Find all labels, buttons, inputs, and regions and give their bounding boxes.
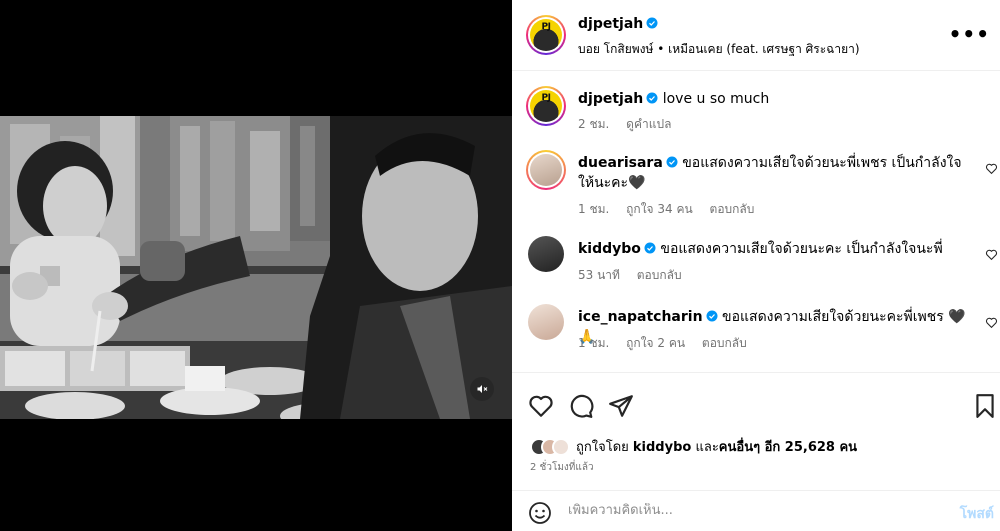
caption-text: love u so much [662, 91, 770, 107]
comment-meta: 53 นาที ตอบกลับ [578, 266, 695, 285]
commenter-avatar[interactable] [528, 236, 564, 272]
comment-row: duearisara ขอแสดงความเสียใจด้วยนะพี่เพชร… [512, 150, 1000, 220]
likes-others[interactable]: คนอื่นๆ อีก 25,628 คน [719, 440, 857, 455]
post-comment-button[interactable]: โพสต์ [960, 503, 994, 525]
comment-time: 1 ชม. [578, 336, 610, 350]
audio-track-link[interactable]: บอย โกสิยพงษ์ • เหมือนเคย (feat. เศรษฐา … [578, 40, 860, 59]
comment-body: kiddybo ขอแสดงความเสียใจด้วยนะคะ เป็นกำล… [578, 239, 968, 259]
smiley-icon[interactable] [528, 501, 552, 525]
post-media [0, 0, 512, 531]
liker-avatar [552, 437, 570, 456]
verified-badge-icon [666, 156, 678, 168]
reply-button[interactable]: ตอบกลับ [710, 202, 755, 216]
post-action-bar [512, 372, 1000, 434]
comment-like-heart-icon[interactable] [985, 248, 998, 261]
post-side-panel: PJ djpetjah บอย โกสิยพงษ์ • เหมือนเคย (f… [512, 0, 1000, 531]
speech-bubble-icon[interactable] [568, 393, 594, 419]
post-header: PJ djpetjah บอย โกสิยพงษ์ • เหมือนเคย (f… [512, 0, 1000, 71]
verified-badge-icon [706, 310, 718, 322]
commenter-username[interactable]: ice_napatcharin [578, 309, 703, 325]
caption-avatar[interactable]: PJ [526, 86, 566, 126]
comment-time: 1 ชม. [578, 202, 610, 216]
comment-meta: 1 ชม. ถูกใจ 34 คน ตอบกลับ [578, 200, 767, 219]
caption-username[interactable]: djpetjah [578, 91, 643, 107]
reply-button[interactable]: ตอบกลับ [637, 268, 682, 282]
author-avatar[interactable]: PJ [526, 15, 566, 55]
commenter-username[interactable]: duearisara [578, 155, 663, 171]
comment-input[interactable] [568, 503, 938, 518]
comment-body: duearisara ขอแสดงความเสียใจด้วยนะพี่เพชร… [578, 153, 968, 193]
likes-summary[interactable]: ถูกใจโดย kiddybo และคนอื่นๆ อีก 25,628 ค… [530, 436, 857, 457]
caption-time: 2 ชม. [578, 117, 610, 131]
likes-middle: และ [695, 440, 719, 455]
comment-likes[interactable]: ถูกใจ 2 คน [626, 336, 685, 350]
commenter-avatar[interactable] [526, 150, 566, 190]
commenter-avatar[interactable] [528, 304, 564, 340]
comment-time: 53 นาที [578, 268, 620, 282]
comment-meta: 1 ชม. ถูกใจ 2 คน ตอบกลับ [578, 334, 760, 353]
comment-like-heart-icon[interactable] [985, 162, 998, 175]
comment-likes[interactable]: ถูกใจ 34 คน [626, 202, 693, 216]
author-username[interactable]: djpetjah [578, 16, 643, 32]
add-comment-bar: โพสต์ [512, 490, 1000, 531]
likes-text: ถูกใจโดย kiddybo และคนอื่นๆ อีก 25,628 ค… [576, 436, 857, 457]
caption-meta: 2 ชม. ดูคำแปล [578, 115, 684, 134]
comment-row: ice_napatcharin ขอแสดงความเสียใจด้วยนะคะ… [512, 304, 1000, 354]
heart-outline-icon[interactable] [528, 393, 554, 419]
comment-like-heart-icon[interactable] [985, 316, 998, 329]
more-horizontal-icon[interactable]: ••• [949, 24, 990, 44]
paper-plane-icon[interactable] [608, 393, 634, 419]
speaker-muted-icon [477, 385, 488, 393]
comment-row: kiddybo ขอแสดงความเสียใจด้วยนะคะ เป็นกำล… [512, 236, 1000, 286]
verified-badge-icon [644, 242, 656, 254]
verified-badge-icon [646, 17, 658, 29]
post-video[interactable] [0, 116, 512, 419]
bookmark-icon[interactable] [972, 393, 998, 419]
reply-button[interactable]: ตอบกลับ [702, 336, 747, 350]
caption-row: PJ djpetjah love u so much 2 ชม. ดูคำแปล [512, 86, 1000, 142]
mute-button[interactable] [470, 377, 494, 401]
translate-link[interactable]: ดูคำแปล [626, 117, 671, 131]
comments-list: PJ djpetjah love u so much 2 ชม. ดูคำแปล… [512, 72, 1000, 372]
instagram-post-viewer: PJ djpetjah บอย โกสิยพงษ์ • เหมือนเคย (f… [0, 0, 1000, 531]
caption-body: djpetjah love u so much [578, 89, 968, 109]
verified-badge-icon [646, 92, 658, 104]
post-time-ago[interactable]: 2 ชั่วโมงที่แล้ว [530, 460, 594, 475]
author-name-row: djpetjah [578, 16, 658, 32]
comment-text: ขอแสดงความเสียใจด้วยนะคะ เป็นกำลังใจนะพี… [660, 241, 943, 257]
likes-user[interactable]: kiddybo [633, 440, 691, 455]
likes-prefix: ถูกใจโดย [576, 440, 629, 455]
commenter-username[interactable]: kiddybo [578, 241, 641, 257]
